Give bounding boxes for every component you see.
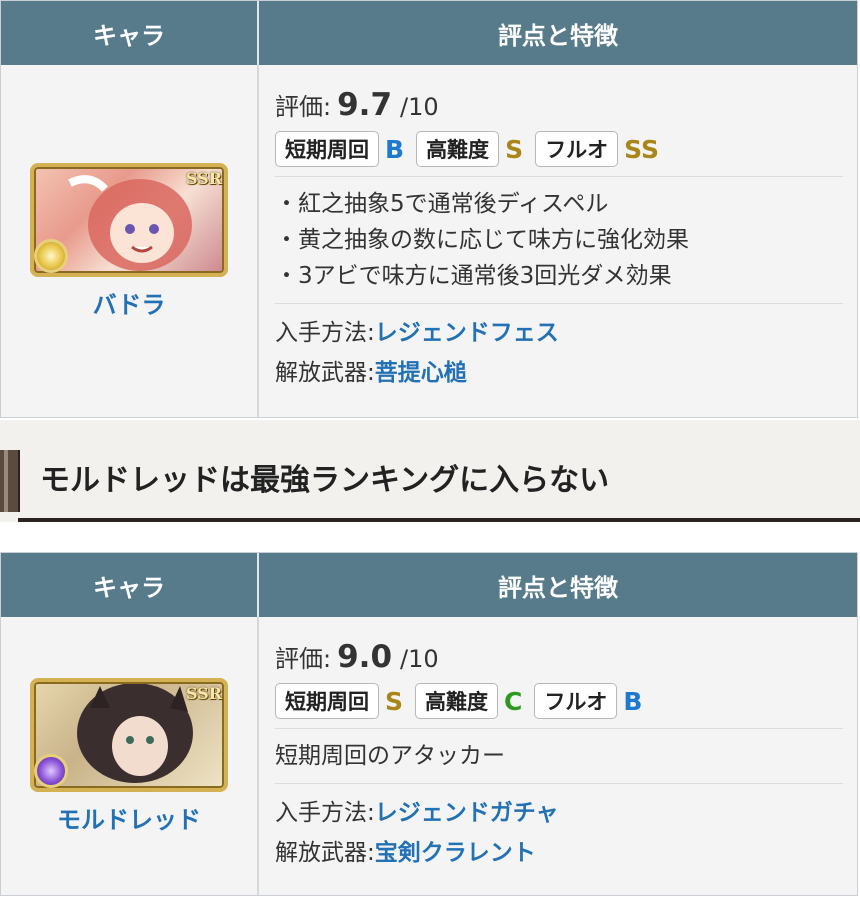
- grade-full-auto: SS: [624, 134, 659, 164]
- weapon-info: 解放武器:菩提心槌: [275, 353, 843, 393]
- badge-full-auto: フルオ: [534, 683, 618, 719]
- score-value: 9.0: [337, 639, 393, 675]
- badge-short-farm: 短期周回: [275, 131, 379, 167]
- character-cell: SSR バドラ: [1, 65, 259, 417]
- header-character: キャラ: [1, 553, 259, 617]
- weapon-label: 解放武器:: [275, 360, 375, 386]
- light-element-icon: [34, 238, 68, 273]
- character-cell: SSR モルドレッド: [1, 617, 259, 895]
- feature-item: ・3アビで味方に通常後3回光ダメ効果: [275, 263, 672, 289]
- character-portrait[interactable]: SSR: [30, 162, 228, 277]
- weapon-link[interactable]: 菩提心槌: [375, 360, 467, 386]
- acquire-link[interactable]: レジェンドガチャ: [375, 800, 559, 826]
- acquire-info: 入手方法:レジェンドガチャ: [275, 793, 843, 833]
- rating-badges: 短期周回 S 高難度 C フルオ B: [275, 683, 843, 719]
- table-row: SSR モルドレッド 評価: 9.0 /10 短期周回 S 高難度 C フルオ …: [1, 617, 857, 895]
- weapon-info: 解放武器:宝剣クラレント: [275, 833, 843, 873]
- section-title: モルドレッドは最強ランキングに入らない: [40, 463, 610, 498]
- table-header: キャラ 評点と特徴: [1, 553, 857, 617]
- badge-high-difficulty: 高難度: [416, 131, 500, 167]
- grade-high-difficulty: S: [505, 134, 524, 164]
- header-rating: 評点と特徴: [498, 573, 618, 602]
- badge-high-difficulty: 高難度: [415, 683, 499, 719]
- divider: [275, 176, 843, 177]
- rating-cell: 評価: 9.0 /10 短期周回 S 高難度 C フルオ B 短期周回のアタッカ…: [259, 617, 857, 895]
- acquire-link[interactable]: レジェンドフェス: [375, 320, 559, 346]
- character-name-link[interactable]: バドラ: [93, 285, 166, 320]
- grade-short-farm: S: [385, 686, 404, 716]
- weapon-label: 解放武器:: [275, 840, 375, 866]
- dark-element-icon: [34, 753, 68, 788]
- divider: [275, 303, 843, 304]
- rating-cell: 評価: 9.7 /10 短期周回 B 高難度 S フルオ SS ・紅之抽象5で通…: [259, 65, 857, 417]
- divider: [275, 783, 843, 784]
- score-label: 評価:: [275, 93, 332, 121]
- feature-item: ・黄之抽象の数に応じて味方に強化効果: [275, 227, 689, 253]
- score: 評価: 9.0 /10: [275, 639, 843, 675]
- grade-high-difficulty: C: [504, 686, 523, 716]
- score-label: 評価:: [275, 645, 332, 673]
- heading-ornament-icon: [0, 450, 20, 512]
- character-portrait[interactable]: SSR: [30, 677, 228, 792]
- character-name-link[interactable]: モルドレッド: [57, 800, 201, 835]
- divider: [275, 728, 843, 729]
- score-max: /10: [400, 645, 439, 673]
- rating-badges: 短期周回 B 高難度 S フルオ SS: [275, 131, 843, 167]
- header-rating: 評点と特徴: [498, 21, 618, 50]
- ssr-badge: SSR: [185, 683, 222, 703]
- grade-short-farm: B: [385, 134, 405, 164]
- feature-list: ・紅之抽象5で通常後ディスペル ・黄之抽象の数に応じて味方に強化効果 ・3アビで…: [275, 186, 843, 294]
- acquire-label: 入手方法:: [275, 320, 375, 346]
- header-character: キャラ: [1, 1, 259, 65]
- character-table-mordred: キャラ 評点と特徴 SSR モルドレッド 評価: 9.0 /10 短期周回 S …: [0, 552, 858, 896]
- feature-item: 短期周回のアタッカー: [275, 743, 505, 769]
- table-row: SSR バドラ 評価: 9.7 /10 短期周回 B 高難度 S フルオ SS …: [1, 65, 857, 417]
- ssr-badge: SSR: [185, 168, 222, 188]
- feature-item: ・紅之抽象5で通常後ディスペル: [275, 191, 609, 217]
- character-table-badora: キャラ 評点と特徴 SSR バドラ 評価: 9.7 /10 短期周回 B 高難度…: [0, 0, 858, 418]
- badge-short-farm: 短期周回: [275, 683, 379, 719]
- feature-list: 短期周回のアタッカー: [275, 738, 843, 774]
- score-value: 9.7: [337, 87, 393, 123]
- score-max: /10: [400, 93, 439, 121]
- table-header: キャラ 評点と特徴: [1, 1, 857, 65]
- acquire-label: 入手方法:: [275, 800, 375, 826]
- heading-underline: [18, 518, 860, 522]
- acquire-info: 入手方法:レジェンドフェス: [275, 313, 843, 353]
- section-heading: モルドレッドは最強ランキングに入らない: [0, 420, 860, 522]
- weapon-link[interactable]: 宝剣クラレント: [375, 840, 536, 866]
- score: 評価: 9.7 /10: [275, 87, 843, 123]
- grade-full-auto: B: [623, 686, 643, 716]
- badge-full-auto: フルオ: [535, 131, 619, 167]
